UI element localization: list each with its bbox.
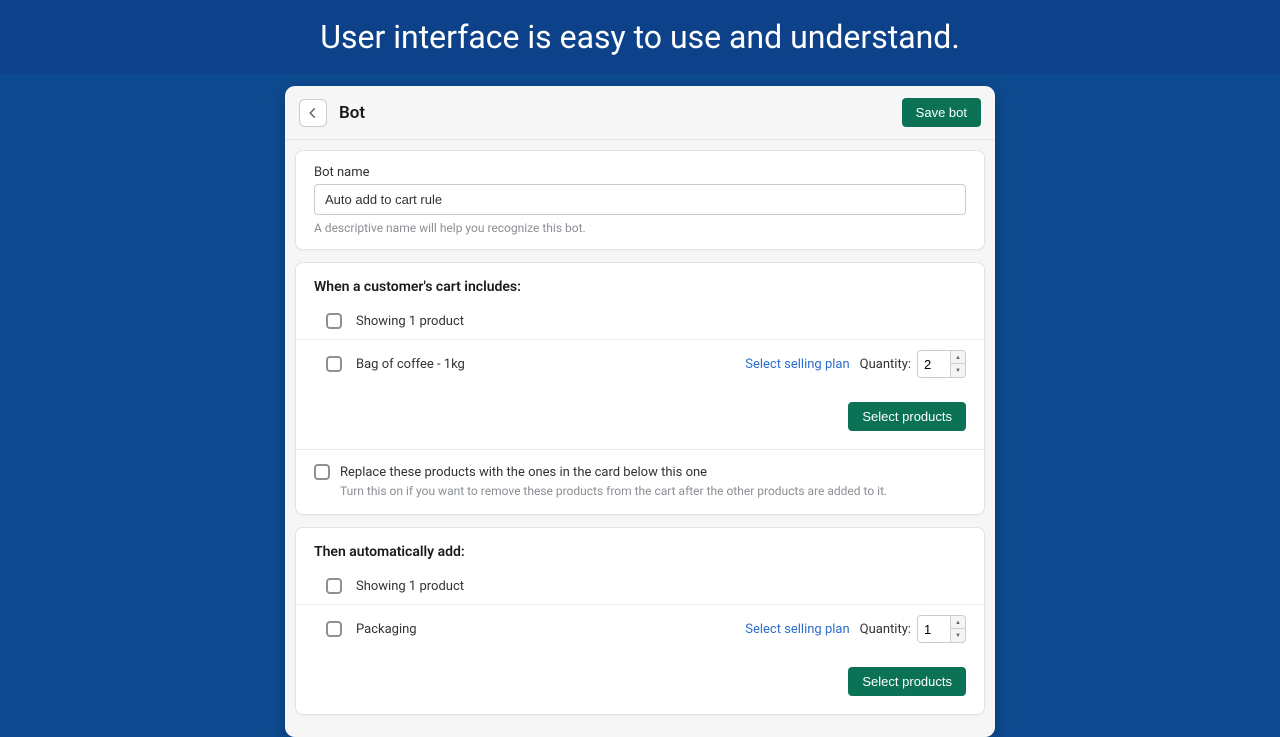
select-all-checkbox[interactable] bbox=[326, 313, 342, 329]
adds-quantity-up-icon[interactable]: ▲ bbox=[951, 616, 965, 629]
quantity-down-icon[interactable]: ▼ bbox=[951, 364, 965, 377]
auto-add-card: Then automatically add: Showing 1 produc… bbox=[295, 527, 985, 715]
adds-quantity-down-icon[interactable]: ▼ bbox=[951, 629, 965, 642]
save-bot-button[interactable]: Save bot bbox=[902, 98, 981, 127]
app-window: Bot Save bot Bot name A descriptive name… bbox=[285, 86, 995, 737]
select-products-button[interactable]: Select products bbox=[848, 402, 966, 431]
bot-name-label: Bot name bbox=[314, 165, 966, 180]
adds-quantity-input[interactable] bbox=[918, 616, 950, 642]
bot-name-input[interactable] bbox=[314, 184, 966, 215]
back-button[interactable] bbox=[299, 99, 327, 127]
product-checkbox[interactable] bbox=[326, 356, 342, 372]
select-selling-plan-link[interactable]: Select selling plan bbox=[745, 357, 849, 372]
arrow-left-icon bbox=[306, 106, 320, 120]
includes-summary-row: Showing 1 product bbox=[296, 303, 984, 340]
adds-select-selling-plan-link[interactable]: Select selling plan bbox=[745, 622, 849, 637]
quantity-input[interactable] bbox=[918, 351, 950, 377]
adds-quantity-label: Quantity: bbox=[860, 622, 911, 637]
adds-summary-text: Showing 1 product bbox=[356, 579, 966, 594]
replace-hint: Turn this on if you want to remove these… bbox=[340, 484, 966, 498]
adds-product-row: Packaging Select selling plan Quantity: … bbox=[296, 605, 984, 653]
adds-summary-row: Showing 1 product bbox=[296, 568, 984, 605]
adds-product-checkbox[interactable] bbox=[326, 621, 342, 637]
quantity-stepper[interactable]: ▲ ▼ bbox=[917, 350, 966, 378]
header-bar: Bot Save bot bbox=[285, 86, 995, 140]
replace-checkbox[interactable] bbox=[314, 464, 330, 480]
adds-product-name: Packaging bbox=[356, 622, 745, 637]
bot-name-card: Bot name A descriptive name will help yo… bbox=[295, 150, 985, 250]
quantity-up-icon[interactable]: ▲ bbox=[951, 351, 965, 364]
includes-summary-text: Showing 1 product bbox=[356, 314, 966, 329]
bot-name-hint: A descriptive name will help you recogni… bbox=[314, 221, 966, 235]
page-title: Bot bbox=[339, 103, 902, 123]
product-row: Bag of coffee - 1kg Select selling plan … bbox=[296, 340, 984, 388]
adds-title: Then automatically add: bbox=[296, 528, 984, 568]
includes-title: When a customer's cart includes: bbox=[296, 263, 984, 303]
cart-includes-card: When a customer's cart includes: Showing… bbox=[295, 262, 985, 515]
adds-quantity-stepper[interactable]: ▲ ▼ bbox=[917, 615, 966, 643]
promo-banner: User interface is easy to use and unders… bbox=[0, 0, 1280, 74]
product-name: Bag of coffee - 1kg bbox=[356, 357, 745, 372]
quantity-label: Quantity: bbox=[860, 357, 911, 372]
adds-select-all-checkbox[interactable] bbox=[326, 578, 342, 594]
replace-option: Replace these products with the ones in … bbox=[296, 449, 984, 514]
replace-label: Replace these products with the ones in … bbox=[340, 465, 707, 480]
adds-select-products-button[interactable]: Select products bbox=[848, 667, 966, 696]
